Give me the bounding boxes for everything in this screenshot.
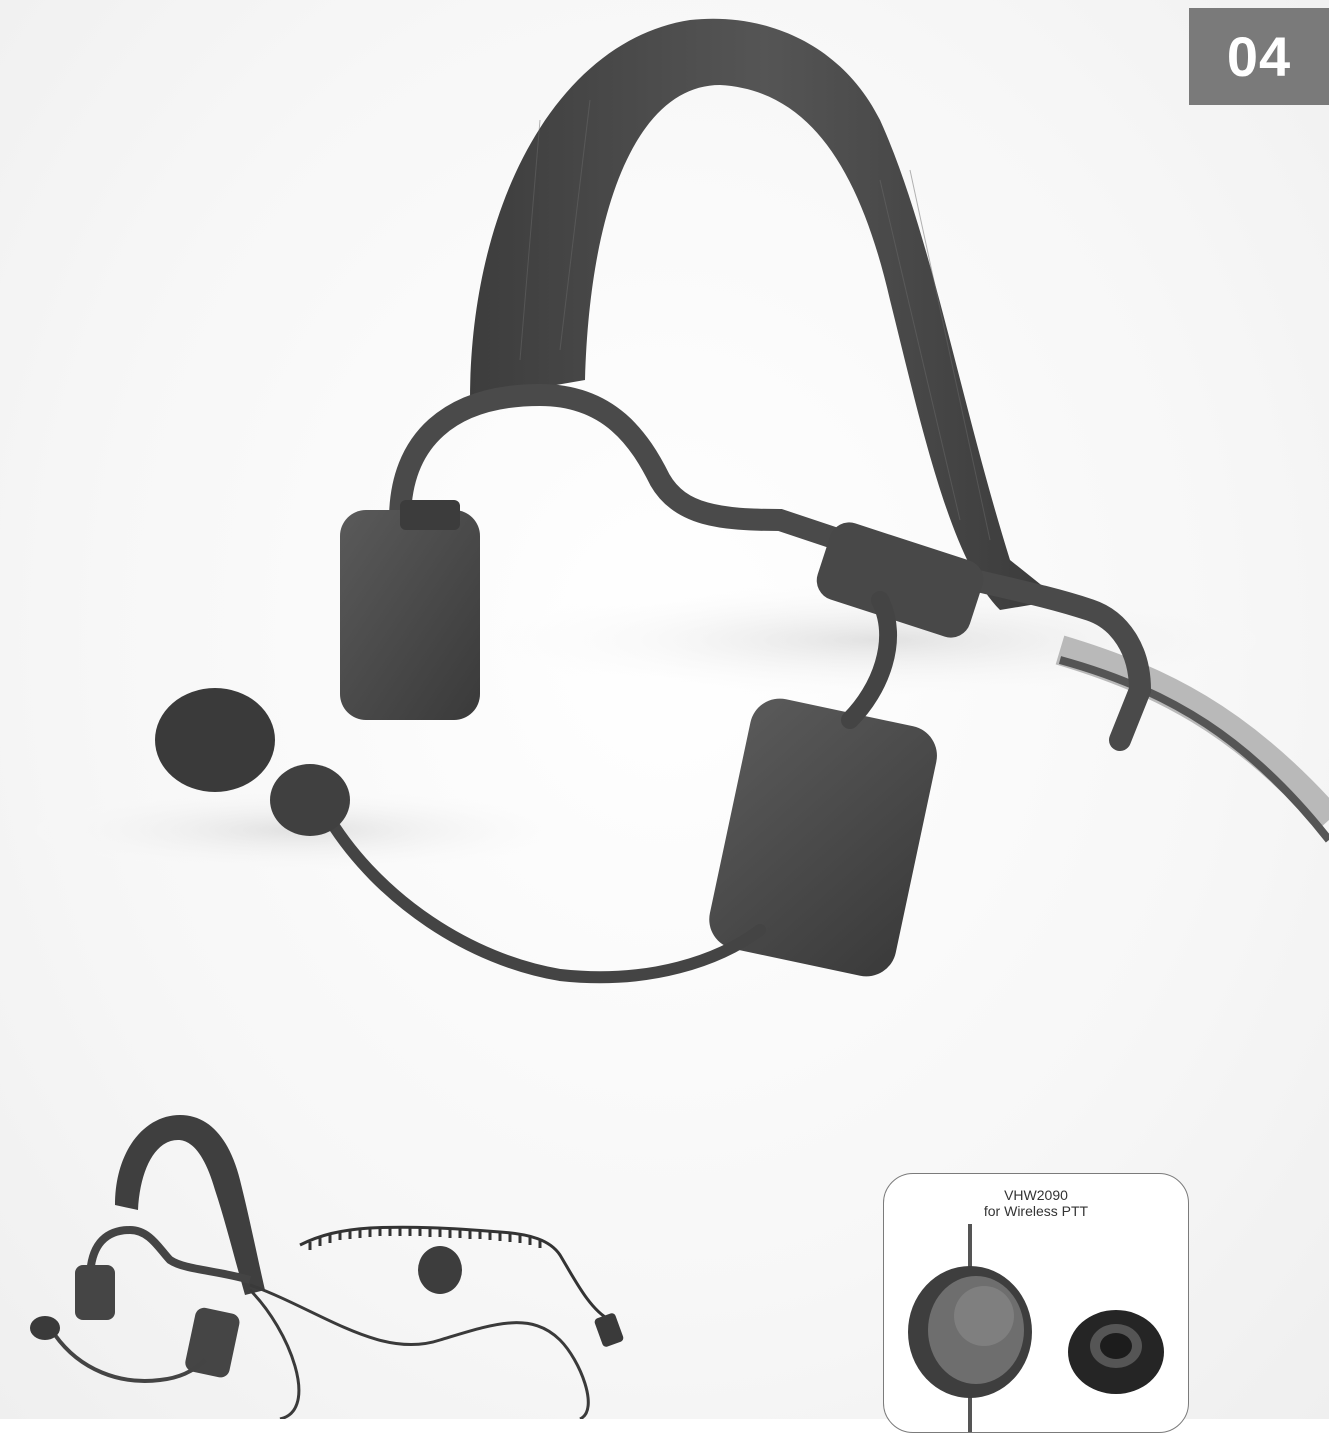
page-number-badge: 04 — [1189, 8, 1329, 105]
main-headset-photo — [10, 18, 1329, 984]
thumb-cable — [248, 1288, 301, 1419]
wireless-ptt-photo — [908, 1224, 1164, 1432]
mic-foam-windscreen — [270, 764, 350, 836]
ptt-button-highlight — [954, 1286, 1014, 1346]
headset-thumbnail-photo — [30, 1115, 624, 1419]
wireless-ptt-inset: VHW2090 for Wireless PTT — [883, 1173, 1189, 1433]
inset-caption: VHW2090 for Wireless PTT — [884, 1187, 1188, 1219]
thumb-boom-arm — [53, 1333, 207, 1383]
inset-caption-text: for Wireless PTT — [983, 1203, 1089, 1219]
thumb-left-earpiece — [75, 1265, 115, 1320]
ring-adapter-inner — [1100, 1333, 1132, 1359]
thumb-ptt-button — [418, 1246, 462, 1294]
catalog-page: 04 VHW2090 for Wireless PTT — [0, 0, 1329, 1433]
mic-foam-windscreen — [155, 688, 275, 792]
inset-model-number: VHW2090 — [1004, 1187, 1068, 1203]
thumb-plug — [594, 1313, 624, 1347]
thumb-mic-foam — [30, 1316, 60, 1340]
left-earpiece — [340, 510, 480, 720]
left-earpiece-clip — [400, 500, 460, 530]
thumb-cable — [249, 1283, 590, 1419]
